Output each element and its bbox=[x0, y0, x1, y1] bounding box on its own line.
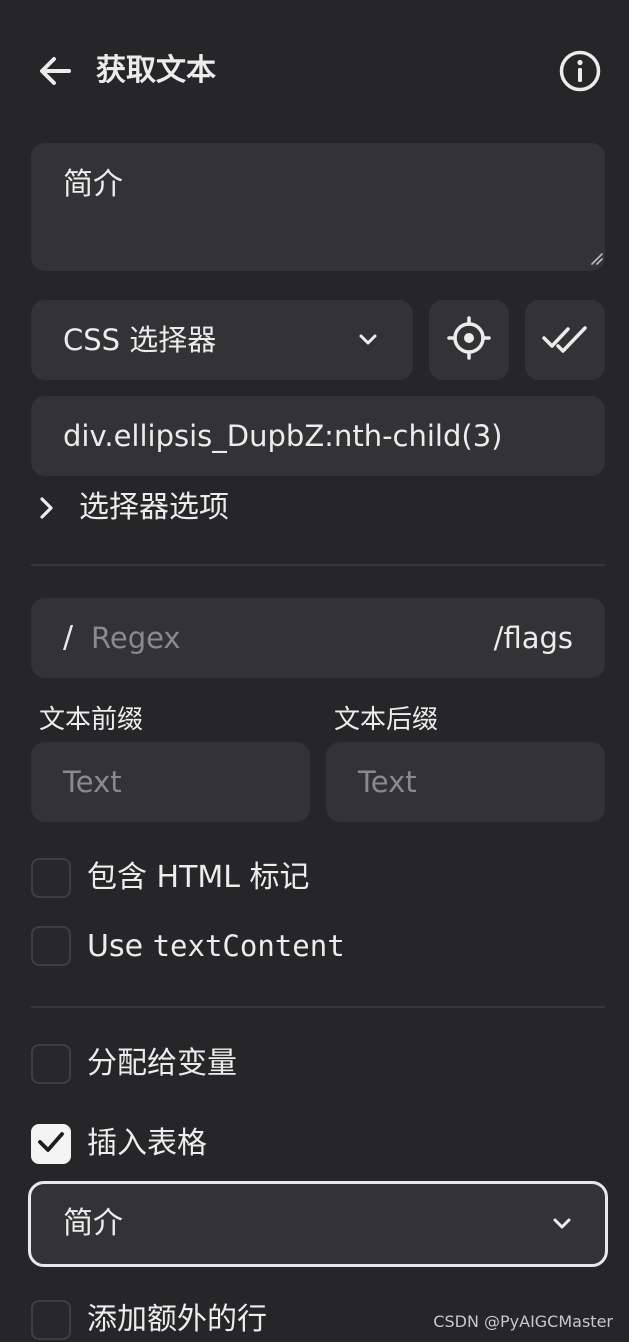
include-html-label: 包含 HTML 标记 bbox=[87, 860, 310, 895]
text-suffix-label: 文本后缀 bbox=[334, 705, 439, 735]
check-icon bbox=[37, 1130, 65, 1158]
text-prefix-label: 文本前缀 bbox=[39, 705, 144, 735]
divider bbox=[31, 1006, 605, 1008]
insert-table-checkbox[interactable] bbox=[31, 1124, 71, 1164]
selector-input-value: div.ellipsis_DupbZ:nth-child(3) bbox=[63, 419, 503, 453]
double-check-icon bbox=[542, 323, 588, 357]
selector-options-label: 选择器选项 bbox=[79, 490, 229, 525]
crosshair-icon bbox=[447, 316, 491, 364]
regex-placeholder: Regex bbox=[91, 621, 181, 655]
page-title: 获取文本 bbox=[96, 53, 216, 88]
chevron-down-icon bbox=[551, 1214, 573, 1238]
pick-element-button[interactable] bbox=[429, 300, 509, 380]
text-suffix-placeholder: Text bbox=[358, 765, 417, 799]
include-html-checkbox[interactable] bbox=[31, 858, 71, 898]
add-extra-row-label: 添加额外的行 bbox=[87, 1302, 267, 1337]
use-text-content-label: Use textContent bbox=[87, 924, 345, 969]
resize-grip-icon[interactable] bbox=[589, 250, 603, 269]
selector-input[interactable]: div.ellipsis_DupbZ:nth-child(3) bbox=[31, 396, 605, 476]
description-text: 简介 bbox=[63, 167, 123, 202]
regex-input[interactable]: / Regex /flags bbox=[31, 598, 605, 678]
selector-type-value: CSS 选择器 bbox=[63, 323, 217, 357]
text-suffix-input[interactable]: Text bbox=[326, 742, 605, 822]
table-column-value: 简介 bbox=[63, 1206, 123, 1241]
description-textarea[interactable]: 简介 bbox=[31, 143, 605, 271]
info-circle-icon bbox=[558, 49, 602, 93]
assign-variable-label: 分配给变量 bbox=[87, 1046, 237, 1081]
regex-flags: /flags bbox=[493, 621, 573, 655]
table-column-select[interactable]: 简介 bbox=[28, 1181, 608, 1267]
selector-type-select[interactable]: CSS 选择器 bbox=[31, 300, 413, 380]
use-text-content-checkbox[interactable] bbox=[31, 926, 71, 966]
use-text-content-code: textContent bbox=[152, 929, 345, 963]
info-button[interactable] bbox=[558, 49, 602, 93]
text-prefix-placeholder: Text bbox=[63, 765, 122, 799]
assign-variable-checkbox[interactable] bbox=[31, 1044, 71, 1084]
back-button[interactable] bbox=[36, 52, 74, 90]
insert-table-label: 插入表格 bbox=[87, 1126, 207, 1161]
regex-prefix: / bbox=[63, 620, 74, 655]
chevron-right-icon bbox=[36, 495, 56, 525]
use-text-content-label-prefix: Use bbox=[87, 929, 153, 964]
divider bbox=[31, 564, 605, 566]
verify-selector-button[interactable] bbox=[525, 300, 605, 380]
chevron-down-icon bbox=[357, 330, 379, 354]
arrow-left-icon bbox=[36, 52, 74, 90]
watermark: CSDN @PyAIGCMaster bbox=[433, 1312, 613, 1331]
text-prefix-input[interactable]: Text bbox=[31, 742, 310, 822]
add-extra-row-checkbox[interactable] bbox=[31, 1300, 71, 1340]
